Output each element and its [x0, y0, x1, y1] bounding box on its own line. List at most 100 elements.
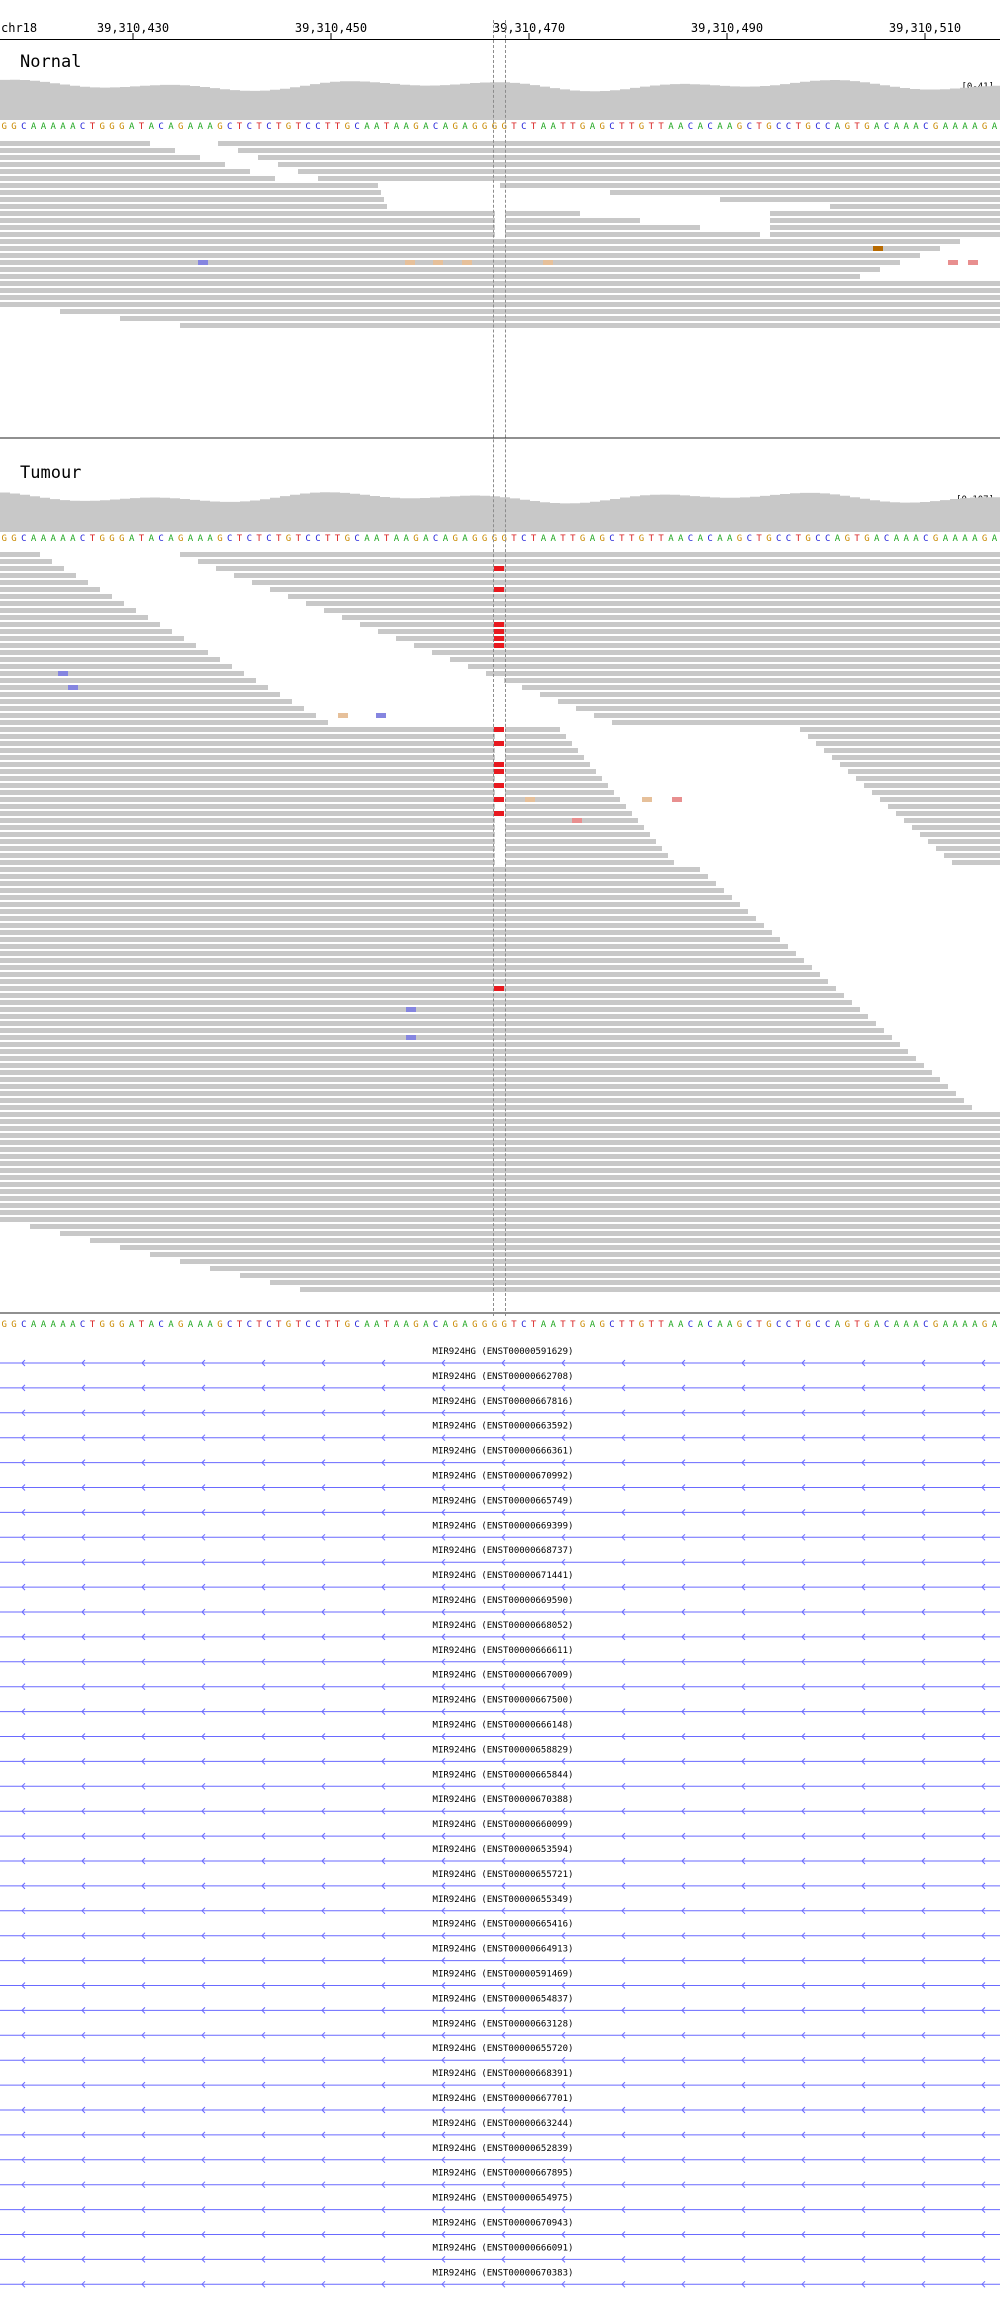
read[interactable]	[238, 148, 1000, 153]
read[interactable]	[0, 253, 920, 258]
read[interactable]	[288, 594, 1000, 599]
read[interactable]	[944, 853, 1000, 858]
transcript-label[interactable]: MIR924HG (ENST00000667816)	[433, 1397, 574, 1407]
read[interactable]	[0, 608, 136, 613]
read[interactable]	[912, 825, 1000, 830]
read[interactable]	[0, 748, 495, 753]
read[interactable]	[378, 629, 1000, 634]
read[interactable]	[920, 832, 1000, 837]
read[interactable]	[0, 1091, 956, 1096]
read[interactable]	[505, 232, 760, 237]
read[interactable]	[342, 615, 1000, 620]
read[interactable]	[90, 1238, 1000, 1243]
read[interactable]	[0, 594, 112, 599]
transcript-label[interactable]: MIR924HG (ENST00000670943)	[433, 2219, 574, 2229]
read[interactable]	[0, 965, 812, 970]
transcript-label[interactable]: MIR924HG (ENST00000665749)	[433, 1496, 574, 1506]
read[interactable]	[0, 1203, 1000, 1208]
read[interactable]	[318, 176, 1000, 181]
read[interactable]	[824, 748, 1000, 753]
read[interactable]	[0, 1189, 1000, 1194]
read[interactable]	[880, 797, 1000, 802]
read[interactable]	[505, 818, 638, 823]
transcript-label[interactable]: MIR924HG (ENST00000665844)	[433, 1770, 574, 1780]
read[interactable]	[0, 1105, 972, 1110]
read[interactable]	[0, 909, 748, 914]
read[interactable]	[505, 741, 572, 746]
read[interactable]	[928, 839, 1000, 844]
read[interactable]	[0, 601, 124, 606]
transcript-label[interactable]: MIR924HG (ENST00000658829)	[433, 1745, 574, 1755]
read[interactable]	[0, 846, 495, 851]
transcript-label[interactable]: MIR924HG (ENST00000667500)	[433, 1696, 574, 1706]
transcript-label[interactable]: MIR924HG (ENST00000666148)	[433, 1721, 574, 1731]
read[interactable]	[0, 734, 495, 739]
transcript-label[interactable]: MIR924HG (ENST00000670992)	[433, 1472, 574, 1482]
read[interactable]	[0, 713, 316, 718]
read[interactable]	[0, 692, 280, 697]
read[interactable]	[0, 218, 495, 223]
read[interactable]	[450, 657, 1000, 662]
read[interactable]	[505, 727, 560, 732]
read[interactable]	[0, 190, 381, 195]
read[interactable]	[505, 734, 566, 739]
read[interactable]	[0, 930, 772, 935]
read[interactable]	[0, 1021, 876, 1026]
read[interactable]	[0, 685, 268, 690]
read[interactable]	[300, 1287, 1000, 1292]
read[interactable]	[505, 853, 668, 858]
transcript-label[interactable]: MIR924HG (ENST00000663592)	[433, 1422, 574, 1432]
read[interactable]	[0, 755, 495, 760]
read[interactable]	[0, 762, 495, 767]
read[interactable]	[324, 608, 1000, 613]
read[interactable]	[0, 769, 495, 774]
read[interactable]	[0, 211, 495, 216]
transcript-label[interactable]: MIR924HG (ENST00000666091)	[433, 2243, 574, 2253]
position-ruler[interactable]: chr18 39,310,430 39,310,450 39,310,470 39,3…	[0, 0, 1000, 42]
transcript-label[interactable]: MIR924HG (ENST00000663244)	[433, 2119, 574, 2129]
read[interactable]	[0, 141, 150, 146]
read[interactable]	[864, 783, 1000, 788]
read[interactable]	[832, 755, 1000, 760]
gene-annotation-track[interactable]: GGCAAAAACTGGGATACAGAAAGCTCTCTGTCCTTGCAAT…	[0, 1316, 1000, 2309]
read[interactable]	[872, 790, 1000, 795]
read[interactable]	[234, 573, 1000, 578]
read[interactable]	[888, 804, 1000, 809]
read[interactable]	[0, 853, 495, 858]
read[interactable]	[0, 239, 960, 244]
read[interactable]	[270, 587, 1000, 592]
read[interactable]	[0, 260, 900, 265]
read[interactable]	[0, 629, 172, 634]
read[interactable]	[0, 671, 244, 676]
transcript-label[interactable]: MIR924HG (ENST00000654975)	[433, 2194, 574, 2204]
read[interactable]	[770, 225, 1000, 230]
read[interactable]	[505, 832, 650, 837]
read[interactable]	[0, 1182, 1000, 1187]
read[interactable]	[505, 225, 700, 230]
read[interactable]	[0, 155, 200, 160]
read[interactable]	[252, 580, 1000, 585]
read[interactable]	[0, 1126, 1000, 1131]
read[interactable]	[0, 979, 828, 984]
read[interactable]	[0, 1154, 1000, 1159]
transcript-label[interactable]: MIR924HG (ENST00000591629)	[433, 1347, 574, 1357]
read[interactable]	[720, 197, 1000, 202]
read[interactable]	[0, 636, 184, 641]
read[interactable]	[270, 1280, 1000, 1285]
read[interactable]	[816, 741, 1000, 746]
alignment-track-normal[interactable]: Nornal [0-41] GGCAAAAACTGGGATACAGAAAGCTC…	[0, 40, 1000, 440]
read[interactable]	[0, 923, 764, 928]
read[interactable]	[0, 1077, 940, 1082]
read[interactable]	[0, 944, 788, 949]
read[interactable]	[0, 895, 732, 900]
read[interactable]	[505, 755, 584, 760]
transcript-label[interactable]: MIR924HG (ENST00000662708)	[433, 1372, 574, 1382]
read[interactable]	[770, 232, 1000, 237]
read[interactable]	[0, 302, 1000, 307]
read[interactable]	[0, 993, 844, 998]
read[interactable]	[0, 281, 1000, 286]
read[interactable]	[0, 937, 780, 942]
read[interactable]	[0, 274, 860, 279]
read[interactable]	[0, 951, 796, 956]
read[interactable]	[0, 1049, 908, 1054]
